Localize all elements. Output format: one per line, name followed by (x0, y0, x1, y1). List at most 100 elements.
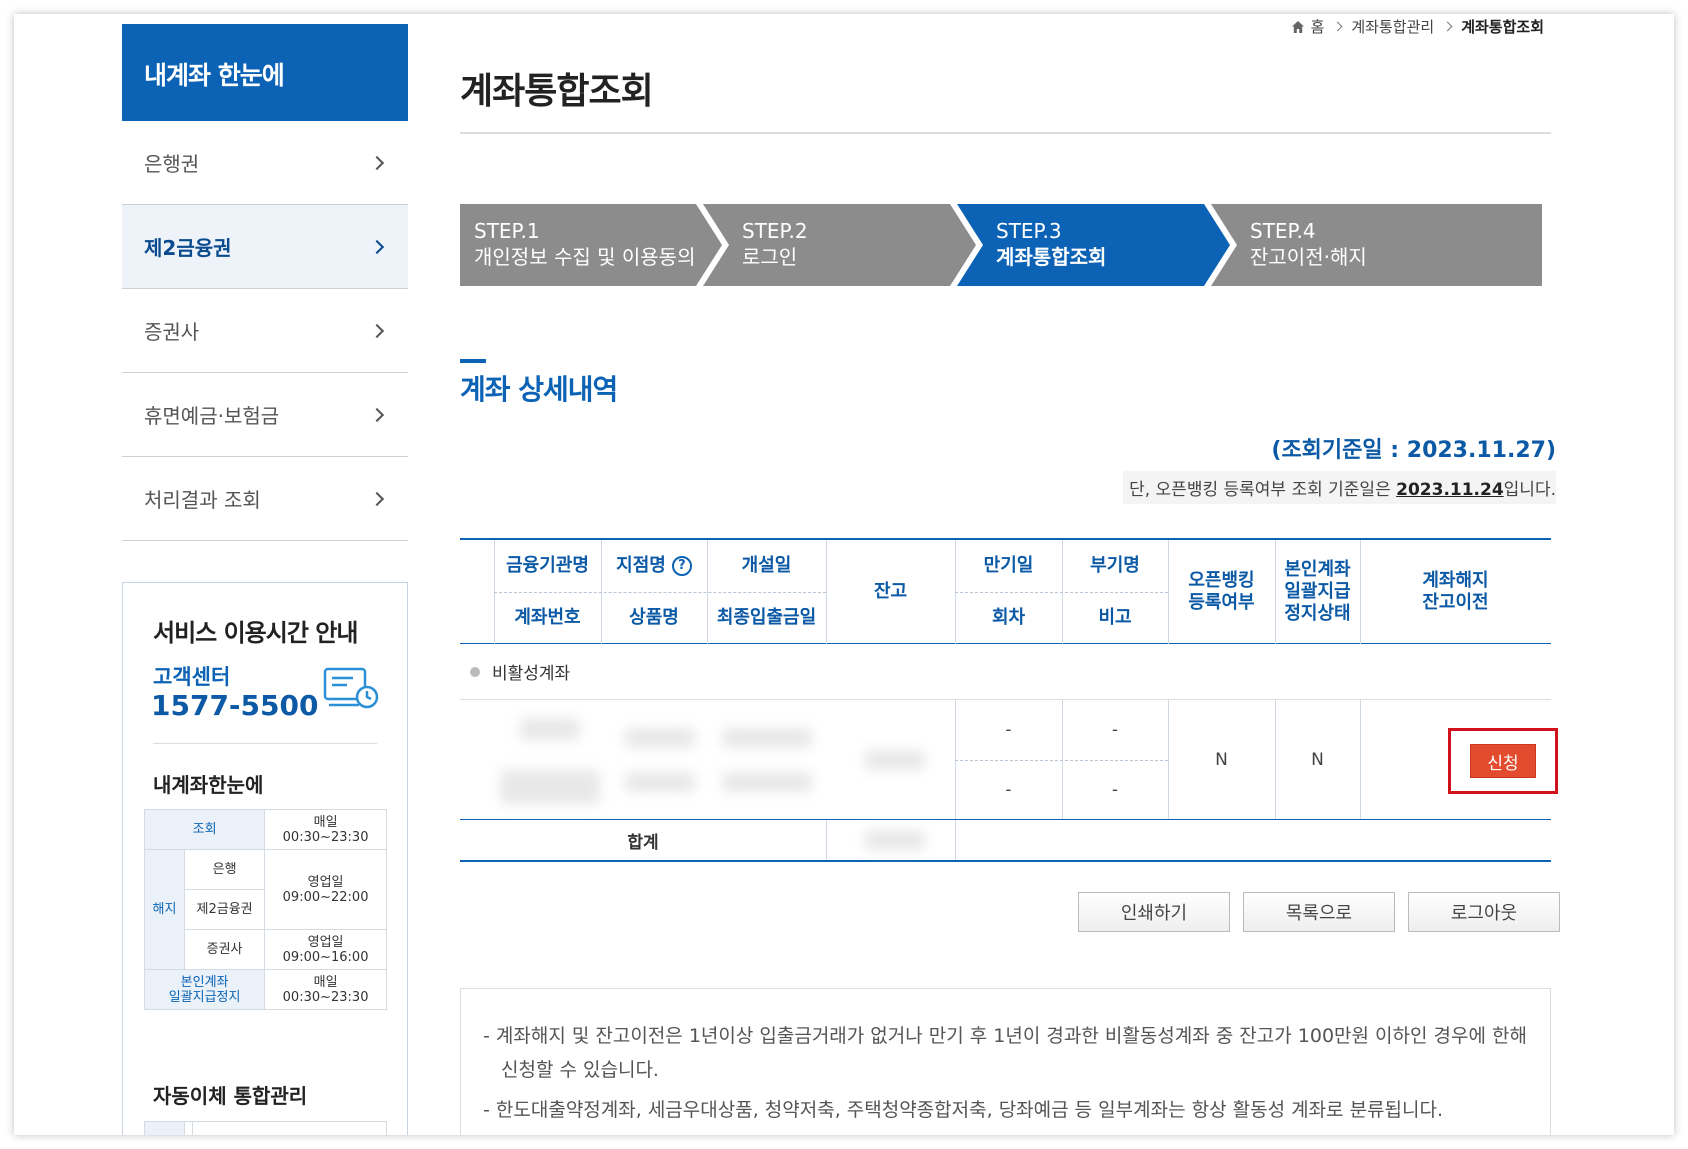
redacted-account-no (500, 770, 600, 804)
sidebar-item-label: 처리결과 조회 (144, 488, 261, 512)
sidebar-item-label: 제2금융권 (144, 236, 232, 260)
table-cell: 증권사 (183, 929, 266, 970)
notice-box: - 계좌해지 및 잔고이전은 1년이상 입출금거래가 없거나 만기 후 1년이 … (460, 988, 1551, 1135)
table-cell (144, 1121, 185, 1135)
header-cancel-transfer: 계좌해지 잔고이전 (1422, 570, 1489, 613)
table-header: 금융기관명 계좌번호 지점명? 상품명 개설일 최종입출금일 잔고 만기일 회차… (460, 538, 1551, 644)
notice-item: - 계좌해지 및 잔고이전은 1년이상 입출금거래가 없거나 만기 후 1년이 … (483, 1025, 1527, 1081)
sidebar-item-label: 증권사 (144, 320, 200, 344)
apply-button[interactable]: 신청 (1470, 744, 1536, 778)
logout-button[interactable]: 로그아웃 (1408, 892, 1560, 932)
header-product: 상품명 (629, 607, 679, 628)
redacted-institution (520, 718, 580, 740)
base-note-date: 2023.11.24 (1396, 480, 1504, 500)
redacted-product (625, 772, 695, 792)
sidebar: 내계좌 한눈에 은행권 제2금융권 증권사 휴면예금·보험금 처리결과 조회 (122, 24, 408, 541)
step-indicator: STEP.1 개인정보 수집 및 이용동의 STEP.2 로그인 STEP.3 계좌통… (460, 204, 1542, 286)
table-row: - - - - N N 신청 (460, 700, 1558, 820)
table-cell: 조회 (143, 809, 266, 850)
step-1: STEP.1 개인정보 수집 및 이용동의 (474, 219, 696, 269)
notice-item: - 한도대출약정계좌, 세금우대상품, 청약저축, 주택청약종합저축, 당좌예금… (483, 1099, 1444, 1121)
cell-round: - (1005, 779, 1012, 800)
chevron-right-icon (369, 323, 385, 338)
redacted-branch (625, 728, 695, 748)
header-institution: 금융기관명 (506, 555, 589, 576)
service-hours-title: 서비스 이용시간 안내 (153, 619, 358, 647)
sidebar-title: 내계좌 한눈에 (122, 24, 408, 121)
autopay-hours-table: 매일 (144, 1121, 388, 1135)
table-cell: 매일 (191, 1121, 388, 1135)
header-opened: 개설일 (741, 555, 792, 576)
base-date: (조회기준일 : 2023.11.27) (1271, 438, 1556, 463)
table-cell: 제2금융권 (183, 889, 266, 930)
group-row-inactive: 비활성계좌 (460, 644, 1551, 700)
header-round: 회차 (991, 607, 1026, 628)
chevron-right-icon (369, 407, 385, 422)
cell-maturity: - (1005, 720, 1012, 740)
header-balance: 잔고 (873, 581, 908, 602)
list-button[interactable]: 목록으로 (1243, 892, 1395, 932)
browser-page: 홈 계좌통합관리 계좌통합조회 내계좌 한눈에 은행권 제2금융권 증권사 휴면… (14, 14, 1674, 1135)
sum-row: 합계 (460, 820, 1551, 862)
breadcrumb-level1[interactable]: 계좌통합관리 (1351, 16, 1434, 37)
sum-label: 합계 (627, 832, 659, 853)
sidebar-item-bank[interactable]: 은행권 (122, 121, 408, 205)
cell-openbanking: N (1215, 749, 1228, 770)
sidebar-item-second-financial[interactable]: 제2금융권 (122, 205, 408, 289)
chevron-right-icon (369, 239, 385, 254)
table-cell: 영업일 09:00~22:00 (264, 849, 387, 930)
table-cell (184, 1121, 193, 1135)
schedule-clock-icon (323, 667, 379, 709)
highlight-box: 신청 (1448, 728, 1558, 794)
table-cell: 매일 00:30~23:30 (264, 809, 387, 850)
sidebar-item-securities[interactable]: 증권사 (122, 289, 408, 373)
breadcrumb-chevron-icon (1332, 21, 1343, 32)
table-cell: 매일 00:30~23:30 (264, 969, 387, 1010)
breadcrumb-chevron-icon (1442, 21, 1453, 32)
sidebar-item-dormant-deposit[interactable]: 휴면예금·보험금 (122, 373, 408, 457)
customer-center-number: 1577-5500 (151, 689, 319, 722)
chevron-right-icon (369, 155, 385, 170)
header-maturity: 만기일 (983, 555, 1034, 576)
action-buttons: 인쇄하기 목록으로 로그아웃 (1078, 892, 1560, 932)
page-title: 계좌통합조회 (460, 71, 654, 112)
chevron-right-icon (369, 491, 385, 506)
redacted-sum (865, 830, 925, 850)
cell-sub-name: - (1111, 720, 1119, 740)
table-cell: 은행 (183, 849, 266, 890)
home-icon[interactable] (1291, 20, 1305, 34)
redacted-balance (865, 750, 925, 770)
cell-self-stop: N (1311, 749, 1324, 770)
header-openbanking: 오픈뱅킹 등록여부 (1188, 570, 1255, 613)
sidebar-item-label: 은행권 (144, 152, 200, 176)
breadcrumb-current: 계좌통합조회 (1461, 18, 1544, 36)
service-hours-box: 서비스 이용시간 안내 고객센터 1577-5500 내계좌한눈에 조회 매일 0… (122, 582, 408, 1135)
divider (153, 743, 377, 744)
base-note: 단, 오픈뱅킹 등록여부 조회 기준일은 2023.11.24입니다. (1123, 471, 1556, 504)
header-account-no: 계좌번호 (514, 607, 581, 628)
service-hours-table: 조회 매일 00:30~23:30 해지 은행 영업일 09:00~22:00 제2… (143, 809, 387, 1010)
redacted-last-transaction (722, 772, 812, 792)
cell-remark: - (1111, 779, 1119, 800)
help-icon[interactable]: ? (671, 556, 692, 576)
sidebar-item-result-inquiry[interactable]: 처리결과 조회 (122, 457, 408, 541)
header-branch: 지점명? (601, 540, 707, 592)
header-sub-name: 부기명 (1090, 555, 1140, 576)
section-title: 계좌 상세내역 (460, 373, 618, 406)
header-last-transaction: 최종입출금일 (716, 607, 817, 628)
sidebar-item-label: 휴면예금·보험금 (144, 404, 280, 428)
print-button[interactable]: 인쇄하기 (1078, 892, 1230, 932)
redacted-opened (722, 728, 812, 748)
breadcrumb-home[interactable]: 홈 (1311, 16, 1325, 37)
section-accent (460, 359, 486, 363)
service-subtitle-autopay: 자동이체 통합관리 (153, 1084, 308, 1108)
customer-center-label: 고객센터 (153, 665, 231, 689)
divider (460, 132, 1551, 134)
header-remark: 비고 (1098, 607, 1132, 628)
table-cell: 영업일 09:00~16:00 (264, 929, 387, 970)
service-subtitle: 내계좌한눈에 (153, 773, 264, 797)
header-self-stop: 본인계좌 일괄지급 정지상태 (1284, 559, 1351, 624)
step-3: STEP.3 계좌통합조회 (996, 219, 1107, 269)
breadcrumb: 홈 계좌통합관리 계좌통합조회 (1291, 16, 1544, 37)
group-label: 비활성계좌 (492, 664, 571, 684)
